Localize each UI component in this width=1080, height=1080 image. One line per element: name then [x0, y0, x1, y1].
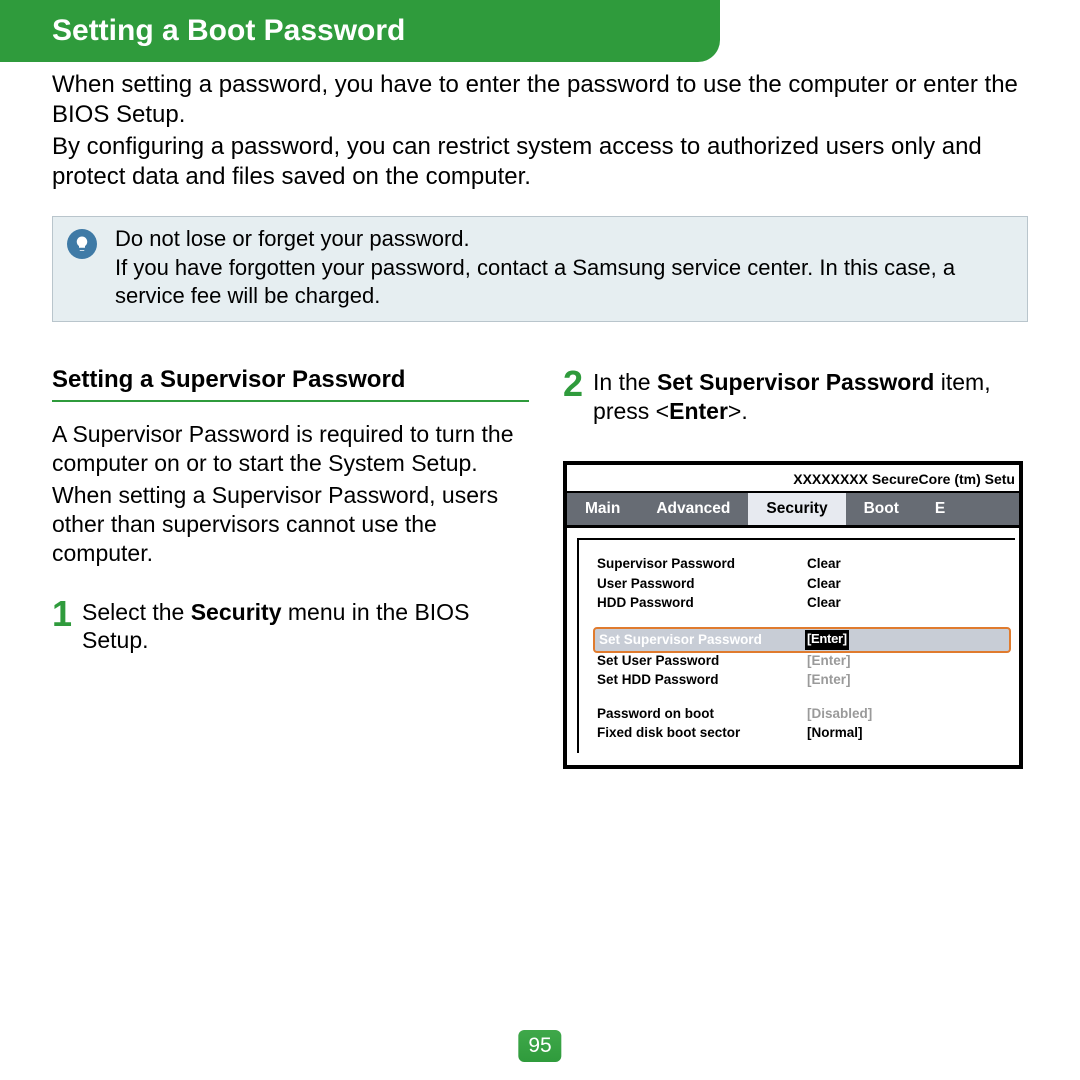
step-1-bold: Security — [191, 599, 282, 625]
bios-screenshot: XXXXXXXX SecureCore (tm) Setu Main Advan… — [563, 461, 1023, 769]
step-2-bold2: Enter — [669, 398, 728, 424]
bios-tab-extra: E — [917, 493, 963, 525]
left-paragraph-1: A Supervisor Password is required to tur… — [52, 420, 529, 478]
bios-tab-main: Main — [567, 493, 638, 525]
bios-group: Set Supervisor Password [Enter] Set User… — [597, 627, 1015, 690]
bios-label: Fixed disk boot sector — [597, 723, 807, 743]
bios-row: HDD Password Clear — [597, 593, 1015, 613]
bios-tabs: Main Advanced Security Boot E — [567, 491, 1019, 528]
lightbulb-icon — [67, 229, 97, 259]
bios-row: Fixed disk boot sector [Normal] — [597, 723, 1015, 743]
bios-group: Password on boot [Disabled] Fixed disk b… — [597, 704, 1015, 743]
bios-label: User Password — [597, 574, 807, 594]
bios-value: [Enter] — [807, 670, 851, 690]
tip-line-1: Do not lose or forget your password. — [115, 225, 1013, 254]
bios-label: Set HDD Password — [597, 670, 807, 690]
intro-section: When setting a password, you have to ent… — [0, 62, 1080, 192]
bios-tab-boot: Boot — [846, 493, 917, 525]
bios-label: Set User Password — [597, 651, 807, 671]
page-title: Setting a Boot Password — [0, 0, 720, 62]
step-2-text: In the Set Supervisor Password item, pre… — [593, 366, 1040, 426]
right-column: 2 In the Set Supervisor Password item, p… — [563, 366, 1040, 769]
bios-row: Set HDD Password [Enter] — [597, 670, 1015, 690]
tip-line-2: If you have forgotten your password, con… — [115, 254, 1013, 311]
tip-callout: Do not lose or forget your password. If … — [52, 216, 1028, 322]
bios-row: Password on boot [Disabled] — [597, 704, 1015, 724]
left-paragraph-2: When setting a Supervisor Password, user… — [52, 481, 529, 567]
bios-body: Supervisor Password Clear User Password … — [567, 528, 1019, 765]
bios-value-highlight: [Enter] — [805, 630, 849, 650]
page-number: 95 — [528, 1034, 551, 1057]
bios-label: Password on boot — [597, 704, 807, 724]
bios-value: [Normal] — [807, 723, 863, 743]
intro-paragraph-2: By configuring a password, you can restr… — [52, 132, 1028, 192]
bios-label: Set Supervisor Password — [599, 630, 805, 650]
bios-row: Supervisor Password Clear — [597, 554, 1015, 574]
step-2-pre: In the — [593, 369, 657, 395]
step-number: 1 — [52, 596, 72, 632]
bios-tab-security: Security — [748, 493, 845, 525]
bios-value: Clear — [807, 593, 841, 613]
intro-paragraph-1: When setting a password, you have to ent… — [52, 70, 1028, 130]
step-2-bold: Set Supervisor Password — [657, 369, 934, 395]
bios-highlighted-row: Set Supervisor Password [Enter] — [593, 627, 1011, 653]
bios-value: [Enter] — [807, 651, 851, 671]
bios-row: Set User Password [Enter] — [597, 651, 1015, 671]
bios-value: Clear — [807, 574, 841, 594]
bios-label: HDD Password — [597, 593, 807, 613]
content-columns: Setting a Supervisor Password A Supervis… — [52, 366, 1040, 769]
step-1-pre: Select the — [82, 599, 191, 625]
bios-tab-advanced: Advanced — [638, 493, 748, 525]
step-1-text: Select the Security menu in the BIOS Set… — [82, 596, 529, 656]
bios-window-title: XXXXXXXX SecureCore (tm) Setu — [567, 465, 1019, 491]
tip-text: Do not lose or forget your password. If … — [115, 225, 1013, 311]
bios-value: [Disabled] — [807, 704, 872, 724]
step-1: 1 Select the Security menu in the BIOS S… — [52, 596, 529, 656]
step-number: 2 — [563, 366, 583, 402]
subsection-heading: Setting a Supervisor Password — [52, 366, 529, 402]
step-2-post: >. — [728, 398, 748, 424]
page-title-text: Setting a Boot Password — [52, 14, 405, 47]
step-2: 2 In the Set Supervisor Password item, p… — [563, 366, 1040, 426]
bios-value: Clear — [807, 554, 841, 574]
left-column: Setting a Supervisor Password A Supervis… — [52, 366, 529, 769]
bios-row: User Password Clear — [597, 574, 1015, 594]
page-number-badge: 95 — [518, 1030, 561, 1062]
bios-panel: Supervisor Password Clear User Password … — [577, 538, 1015, 753]
bios-label: Supervisor Password — [597, 554, 807, 574]
